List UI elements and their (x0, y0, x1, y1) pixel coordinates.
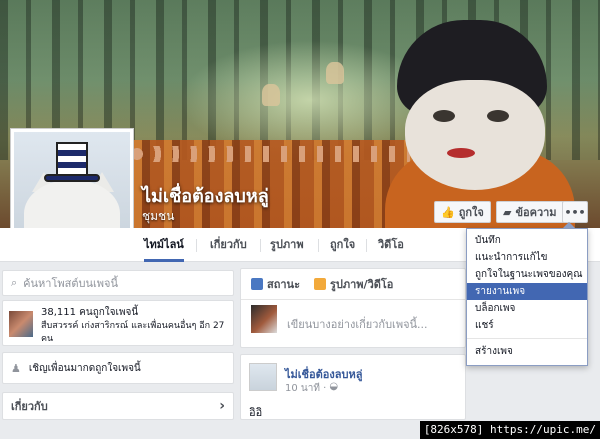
menu-item-like-as-page[interactable]: ถูกใจในฐานะเพจของคุณ (467, 266, 587, 283)
menu-item-suggest-edits[interactable]: แนะนำการแก้ไข (467, 249, 587, 266)
tab-timeline[interactable]: ไทม์ไลน์ (144, 228, 184, 262)
like-button-label: ถูกใจ (458, 206, 484, 219)
image-host-watermark: [826x578] https://upic.me/ (419, 421, 600, 439)
friend-avatar[interactable] (9, 311, 33, 337)
tab-about[interactable]: เกี่ยวกับ (210, 228, 247, 262)
menu-item-create-page[interactable]: สร้างเพจ (467, 343, 587, 360)
composer-status-tab[interactable]: สถานะ (251, 275, 300, 293)
cover-monk-heads (130, 146, 410, 162)
like-icon: 👍 (441, 205, 455, 219)
cover-cat-monk-figure (385, 20, 575, 228)
composer-input[interactable]: เขียนบางอย่างเกี่ยวกับเพจนี้... (287, 315, 428, 333)
more-icon: ••• (564, 205, 586, 219)
hat-brim (44, 174, 100, 182)
page-search-box[interactable]: ⌕ ค้นหาโพสต์บนเพจนี้ (2, 270, 234, 296)
photo-icon (313, 278, 326, 290)
likes-friends[interactable]: สืบสวรรค์ เก่งสาริกรณ์ และเพื่อนคนอื่นๆ … (41, 320, 229, 346)
about-section-header[interactable]: เกี่ยวกับ › (2, 392, 234, 420)
globe-icon: ◒ (329, 381, 339, 392)
invite-friends[interactable]: ♟ เชิญเพื่อนมากดถูกใจเพจนี้ (2, 352, 234, 384)
post-meta: 10 นาที · ◒ (285, 381, 338, 396)
more-options-menu: บันทึก แนะนำการแก้ไข ถูกใจในฐานะเพจของคุ… (466, 222, 588, 366)
message-button[interactable]: ▰ ข้อความ (496, 201, 564, 223)
tab-divider (318, 239, 319, 252)
page-category[interactable]: ชุมชน (142, 207, 174, 226)
composer-tabs: สถานะ รูปภาพ/วิดีโอ (241, 269, 465, 300)
invite-icon: ♟ (11, 361, 21, 375)
composer-photo-tab[interactable]: รูปภาพ/วิดีโอ (313, 275, 394, 293)
menu-item-block-page[interactable]: บล็อกเพจ (467, 300, 587, 317)
likes-count[interactable]: 38,111 คนถูกใจเพจนี้ (41, 305, 138, 320)
cover-deer (262, 84, 280, 106)
tab-divider (196, 239, 197, 252)
facebook-page-frame: ไม่เชื่อต้องลบหลู่ ชุมชน 👍 ถูกใจ ▰ ข้อคว… (0, 0, 600, 439)
status-icon (251, 278, 263, 290)
menu-item-share[interactable]: แชร์ (467, 317, 587, 334)
timeline-post: ไม่เชื่อต้องลบหลู่ 10 นาที · ◒ อิอิ (240, 354, 466, 420)
like-button[interactable]: 👍 ถูกใจ (434, 201, 491, 223)
tab-likes[interactable]: ถูกใจ (330, 228, 355, 262)
post-time[interactable]: 10 นาที · (285, 381, 326, 396)
invite-label: เชิญเพื่อนมากดถูกใจเพจนี้ (28, 362, 141, 374)
cat-monk-eye (433, 110, 455, 122)
message-button-label: ข้อความ (515, 206, 557, 219)
post-author-avatar[interactable] (249, 363, 277, 391)
tab-videos[interactable]: วิดีโอ (378, 228, 404, 262)
tab-divider (366, 239, 367, 252)
search-icon: ⌕ (11, 276, 18, 289)
menu-item-report-page[interactable]: รายงานเพจ (467, 283, 587, 300)
status-tab-label: สถานะ (267, 278, 300, 291)
menu-item-save[interactable]: บันทึก (467, 232, 587, 249)
post-text: อิอิ (249, 406, 263, 419)
more-options-button[interactable]: ••• (562, 201, 588, 223)
tab-photos[interactable]: รูปภาพ (270, 228, 304, 262)
search-placeholder: ค้นหาโพสต์บนเพจนี้ (23, 277, 118, 290)
chevron-right-icon: › (219, 398, 225, 414)
composer-avatar (251, 305, 277, 333)
cat-monk-eye (487, 110, 509, 122)
page-title[interactable]: ไม่เชื่อต้องลบหลู่ (142, 181, 269, 210)
cat-monk-mouth (447, 148, 475, 158)
cover-deer (326, 62, 344, 84)
cat-monk-face (405, 80, 545, 190)
menu-divider (467, 338, 587, 339)
photo-tab-label: รูปภาพ/วิดีโอ (329, 278, 394, 291)
post-composer: สถานะ รูปภาพ/วิดีโอ เขียนบางอย่างเกี่ยวก… (240, 268, 466, 348)
tab-divider (260, 239, 261, 252)
about-label: เกี่ยวกับ (11, 400, 48, 413)
uncle-sam-hat (56, 142, 88, 176)
message-icon: ▰ (503, 205, 512, 219)
likes-summary: 38,111 คนถูกใจเพจนี้ สืบสวรรค์ เก่งสาริก… (2, 300, 234, 346)
